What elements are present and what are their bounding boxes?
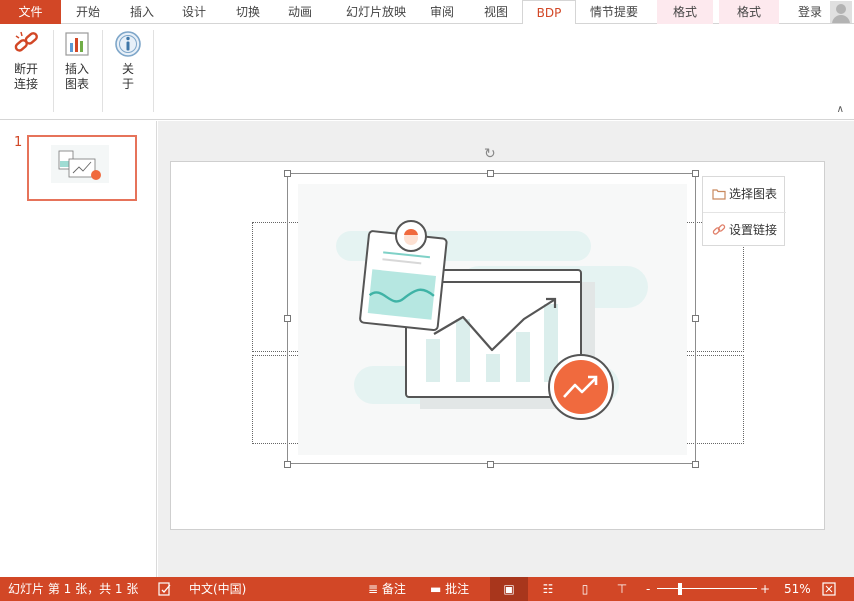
- tab-review[interactable]: 审阅: [420, 0, 464, 24]
- broken-link-icon: [14, 31, 38, 52]
- zoom-in-button[interactable]: +: [760, 577, 770, 601]
- presentation-icon: ⊤: [616, 582, 628, 596]
- select-chart-label: 选择图表: [729, 187, 778, 201]
- tab-transitions[interactable]: 切换: [226, 0, 270, 24]
- insert-chart-label-1: 插入: [64, 62, 89, 76]
- zoom-out-button[interactable]: -: [646, 577, 650, 601]
- resize-handle[interactable]: [692, 315, 699, 322]
- resize-handle[interactable]: [487, 461, 494, 468]
- zoom-slider-thumb[interactable]: [678, 583, 682, 595]
- language-status[interactable]: 中文(中国): [189, 577, 246, 601]
- status-bar: 幻灯片 第 1 张，共 1 张 中文(中国) ≣ 备注 ▬ 批注 ▣ ☷ ▯ ⊤…: [0, 577, 854, 601]
- slideshow-view-button[interactable]: ⊤: [612, 577, 632, 601]
- notes-icon: ≣: [368, 582, 382, 596]
- book-icon: ▯: [581, 582, 589, 596]
- spellcheck-icon[interactable]: [158, 577, 172, 601]
- sign-in-link[interactable]: 登录: [790, 0, 830, 24]
- bar-chart-icon: [65, 32, 89, 56]
- account-avatar[interactable]: [830, 1, 852, 23]
- about-label-2: 于: [121, 77, 134, 91]
- chart-side-menu: 选择图表 设置链接: [702, 176, 786, 246]
- tab-animations[interactable]: 动画: [278, 0, 322, 24]
- tab-file[interactable]: 文件: [0, 0, 61, 24]
- tab-bdp[interactable]: BDP: [522, 0, 576, 25]
- comment-icon: ▬: [430, 582, 446, 596]
- resize-handle[interactable]: [692, 170, 699, 177]
- about-label-1: 关: [121, 62, 134, 76]
- reading-view-button[interactable]: ▯: [575, 577, 595, 601]
- slide-info: 幻灯片 第 1 张，共 1 张: [8, 582, 139, 596]
- notes-button[interactable]: ≣ 备注: [368, 577, 406, 601]
- tab-format-2[interactable]: 格式: [719, 0, 779, 24]
- disconnect-button[interactable]: 断开 连接: [6, 30, 46, 92]
- tab-slideshow[interactable]: 幻灯片放映: [335, 0, 417, 24]
- folder-icon: [712, 189, 726, 200]
- slide-number: 1: [14, 135, 23, 150]
- insert-chart-button[interactable]: 插入 图表: [57, 30, 97, 92]
- tab-view[interactable]: 视图: [474, 0, 518, 24]
- tab-storyboard[interactable]: 情节提要: [580, 0, 648, 24]
- normal-view-icon: ▣: [503, 582, 515, 596]
- rotate-handle-icon[interactable]: ↻: [484, 146, 496, 162]
- resize-handle[interactable]: [284, 315, 291, 322]
- tab-design[interactable]: 设计: [172, 0, 216, 24]
- set-link-button[interactable]: 设置链接: [703, 212, 786, 246]
- link-icon: [712, 224, 726, 235]
- disconnect-label-1: 断开: [13, 62, 38, 76]
- slide-thumbnail[interactable]: [27, 135, 137, 201]
- info-icon: [115, 31, 141, 57]
- resize-handle[interactable]: [284, 461, 291, 468]
- resize-handle[interactable]: [692, 461, 699, 468]
- ribbon-bdp: 断开 连接 插入 图表 关 于 ∧: [0, 24, 854, 120]
- disconnect-label-2: 连接: [13, 77, 38, 91]
- tab-format-1[interactable]: 格式: [657, 0, 713, 24]
- slide-thumbnail-pane: 1: [0, 121, 157, 577]
- thumbnail-chart-illustration: [51, 145, 109, 183]
- ribbon-separator: [153, 30, 154, 112]
- ribbon-tab-bar: 文件 开始 插入 设计 切换 动画 幻灯片放映 审阅 视图 BDP 情节提要 格…: [0, 0, 854, 25]
- ribbon-separator: [102, 30, 103, 112]
- resize-handle[interactable]: [487, 170, 494, 177]
- about-button[interactable]: 关 于: [108, 30, 148, 92]
- resize-handle[interactable]: [284, 170, 291, 177]
- collapse-ribbon-icon[interactable]: ∧: [837, 104, 844, 115]
- tab-home[interactable]: 开始: [66, 0, 110, 24]
- select-chart-button[interactable]: 选择图表: [703, 177, 786, 211]
- selected-chart-object[interactable]: [287, 173, 696, 464]
- zoom-level[interactable]: 51%: [784, 577, 811, 601]
- ribbon-separator: [53, 30, 54, 112]
- comments-button[interactable]: ▬ 批注: [430, 577, 469, 601]
- slide-sorter-view-button[interactable]: ☷: [538, 577, 558, 601]
- tab-insert[interactable]: 插入: [120, 0, 164, 24]
- powerpoint-window: 文件 开始 插入 设计 切换 动画 幻灯片放映 审阅 视图 BDP 情节提要 格…: [0, 0, 854, 601]
- zoom-slider-track[interactable]: [657, 588, 757, 589]
- insert-chart-label-2: 图表: [64, 77, 89, 91]
- comments-label: 批注: [445, 582, 470, 596]
- chart-illustration: [298, 184, 687, 455]
- fit-to-window-icon[interactable]: [822, 577, 836, 601]
- slide-sorter-icon: ☷: [542, 582, 554, 596]
- set-link-label: 设置链接: [729, 223, 778, 237]
- notes-label: 备注: [381, 582, 406, 596]
- normal-view-button[interactable]: ▣: [490, 577, 528, 601]
